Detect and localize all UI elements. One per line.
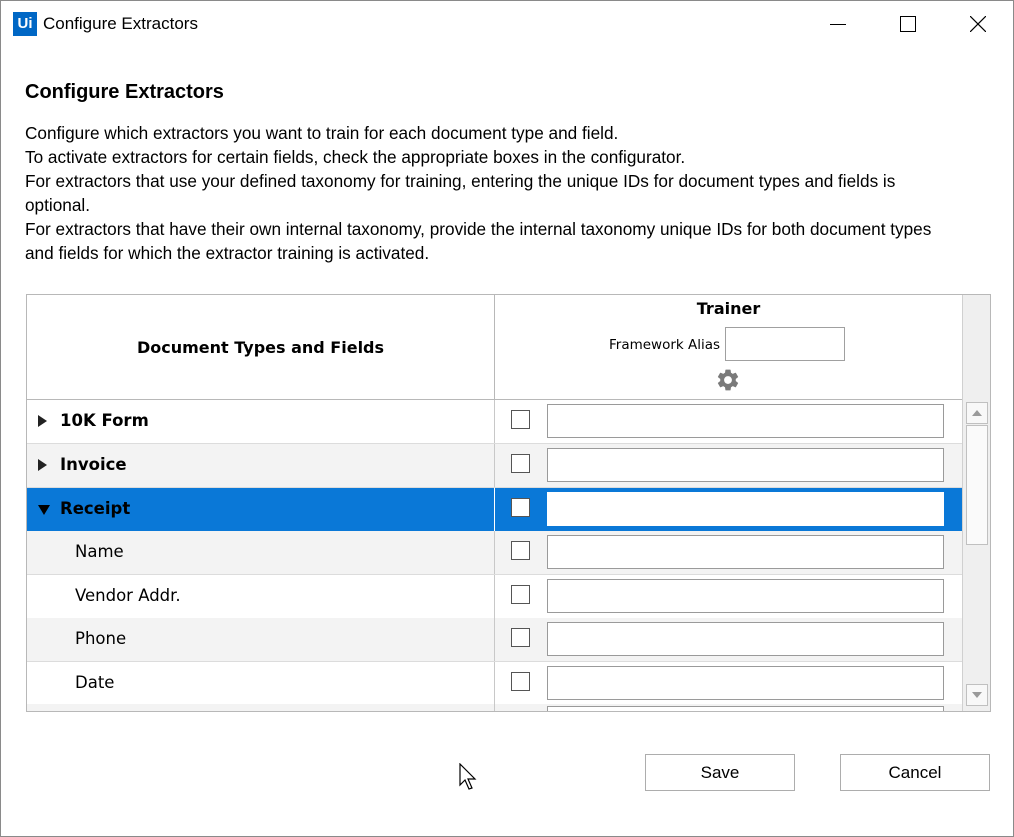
row-label-cell: Phone bbox=[27, 618, 495, 661]
row-label-cell: Invoice bbox=[27, 444, 495, 487]
close-button[interactable] bbox=[943, 1, 1013, 47]
close-icon bbox=[970, 16, 986, 32]
row-label-cell: 10K Form bbox=[27, 400, 495, 443]
field-label: Date bbox=[75, 673, 115, 692]
scroll-thumb[interactable] bbox=[966, 425, 988, 545]
vertical-scrollbar[interactable] bbox=[962, 295, 990, 711]
description-line: For extractors that have their own inter… bbox=[25, 219, 932, 239]
document-type-label: 10K Form bbox=[60, 411, 149, 430]
window-title: Configure Extractors bbox=[43, 14, 198, 33]
field-label: Vendor Addr. bbox=[75, 586, 181, 605]
cancel-button[interactable]: Cancel bbox=[840, 754, 990, 791]
maximize-button[interactable] bbox=[873, 1, 943, 47]
description-line: optional. bbox=[25, 195, 90, 215]
gear-icon[interactable] bbox=[715, 367, 741, 393]
scroll-up-button[interactable] bbox=[966, 402, 988, 424]
collapse-arrow-icon[interactable] bbox=[38, 505, 50, 515]
document-types-column-header: Document Types and Fields bbox=[27, 295, 495, 399]
unique-id-input[interactable] bbox=[547, 535, 944, 569]
description-line: For extractors that use your defined tax… bbox=[25, 171, 896, 191]
document-type-label: Receipt bbox=[60, 499, 131, 518]
unique-id-input[interactable] bbox=[547, 404, 944, 438]
title-bar[interactable]: Ui Configure Extractors bbox=[1, 1, 1013, 47]
description-line: To activate extractors for certain field… bbox=[25, 147, 686, 167]
save-button[interactable]: Save bbox=[645, 754, 795, 791]
chevron-down-icon bbox=[972, 692, 982, 698]
row-label-cell: Name bbox=[27, 531, 495, 574]
configure-extractors-window: Ui Configure Extractors Configure Extrac… bbox=[0, 0, 1014, 837]
expand-arrow-icon[interactable] bbox=[38, 459, 47, 471]
minimize-icon bbox=[830, 24, 846, 25]
unique-id-input[interactable] bbox=[547, 622, 944, 656]
table-row[interactable]: Invoice bbox=[27, 444, 962, 488]
table-row[interactable]: Date bbox=[27, 662, 962, 706]
framework-alias-input[interactable] bbox=[725, 327, 845, 361]
activate-checkbox[interactable] bbox=[511, 498, 530, 517]
mouse-cursor-icon bbox=[459, 763, 477, 790]
scroll-down-button[interactable] bbox=[966, 684, 988, 706]
activate-checkbox[interactable] bbox=[511, 585, 530, 604]
table-row-selected[interactable]: Receipt bbox=[27, 488, 962, 532]
field-label: Name bbox=[75, 542, 124, 561]
grid-header: Document Types and Fields Trainer Framew… bbox=[27, 295, 962, 400]
expand-arrow-icon[interactable] bbox=[38, 415, 47, 427]
table-row[interactable]: Phone bbox=[27, 618, 962, 662]
table-row[interactable]: Name bbox=[27, 531, 962, 575]
unique-id-input[interactable] bbox=[547, 666, 944, 700]
uipath-app-icon: Ui bbox=[13, 12, 37, 36]
table-row[interactable]: Vendor Addr. bbox=[27, 575, 962, 619]
document-type-label: Invoice bbox=[60, 455, 127, 474]
extractor-config-grid: Document Types and Fields Trainer Framew… bbox=[26, 294, 991, 712]
table-row[interactable]: 10K Form bbox=[27, 400, 962, 444]
activate-checkbox[interactable] bbox=[511, 454, 530, 473]
activate-checkbox[interactable] bbox=[511, 628, 530, 647]
minimize-button[interactable] bbox=[803, 1, 873, 47]
description-line: and fields for which the extractor train… bbox=[25, 243, 430, 263]
activate-checkbox[interactable] bbox=[511, 410, 530, 429]
row-label-cell: Vendor Addr. bbox=[27, 575, 495, 618]
maximize-icon bbox=[900, 16, 916, 32]
chevron-up-icon bbox=[972, 410, 982, 416]
activate-checkbox[interactable] bbox=[511, 672, 530, 691]
field-label: Phone bbox=[75, 629, 127, 648]
unique-id-input[interactable] bbox=[547, 492, 944, 526]
table-row-partial bbox=[27, 704, 962, 711]
column-header-label: Document Types and Fields bbox=[136, 338, 385, 357]
description: Configure which extractors you want to t… bbox=[25, 121, 1000, 265]
unique-id-input[interactable] bbox=[547, 579, 944, 613]
activate-checkbox[interactable] bbox=[511, 541, 530, 560]
row-label-cell: Receipt bbox=[27, 488, 495, 531]
extractor-name: Trainer bbox=[696, 299, 761, 318]
description-line: Configure which extractors you want to t… bbox=[25, 123, 619, 143]
unique-id-input[interactable] bbox=[547, 448, 944, 482]
page-heading: Configure Extractors bbox=[25, 81, 224, 103]
row-label-cell: Date bbox=[27, 662, 495, 705]
framework-alias-label: Framework Alias bbox=[609, 337, 721, 353]
